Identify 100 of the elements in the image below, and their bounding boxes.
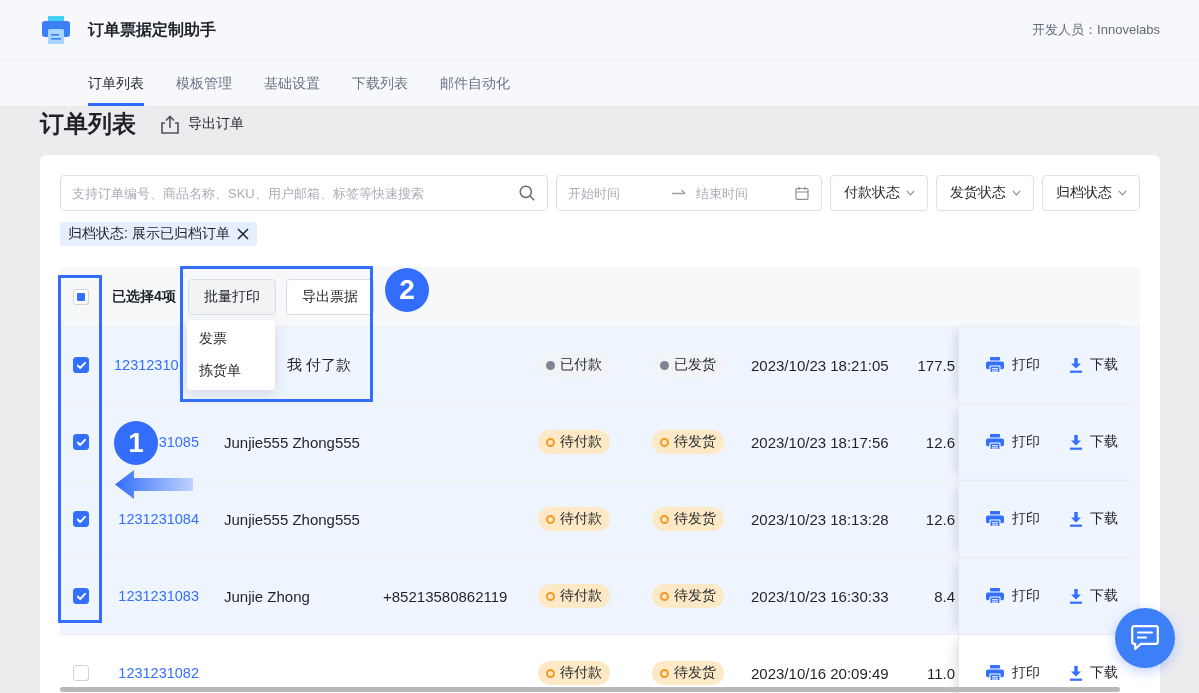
status-dot-icon [660,668,669,678]
download-button[interactable]: 下载 [1070,510,1118,528]
order-number-link[interactable]: 1231231084 [118,511,199,527]
customer-name: Junjie555 Zhong555 [224,510,360,528]
print-button[interactable]: 打印 [986,510,1040,528]
status-dot-icon [546,668,555,678]
printer-icon [986,511,1004,527]
download-icon [1070,588,1082,604]
date-range-field[interactable]: 开始时间 结束时间 [556,175,822,211]
download-button[interactable]: 下载 [1070,433,1118,451]
export-orders-button[interactable]: 导出订单 [160,114,244,134]
download-icon [1070,665,1082,681]
printer-icon [986,588,1004,604]
export-icon [160,114,180,134]
customer-name: Junjie Zhong [224,587,310,605]
order-number-link[interactable]: 1231231083 [118,588,199,604]
nav-tab[interactable]: 订单列表 [88,61,144,106]
bulk-action-button[interactable]: 批量打印 [188,278,276,315]
search-field[interactable]: 支持订单编号、商品名称、SKU、用户邮箱、标签等快速搜索 [60,175,548,211]
chevron-down-icon [1117,190,1127,196]
chat-bubble-icon [1131,625,1159,651]
row-checkbox[interactable] [73,357,89,373]
partial-mark-icon [77,292,85,301]
download-button[interactable]: 下载 [1070,356,1118,374]
print-button[interactable]: 打印 [986,356,1040,374]
order-time: 2023/10/23 16:30:33 [751,587,889,605]
status-text: 待付款 [560,433,602,451]
checkmark-icon [76,361,86,369]
print-button[interactable]: 打印 [986,664,1040,682]
app-title: 订单票据定制助手 [88,19,216,40]
order-amount: 11.0 [926,664,955,682]
arrow-right-icon [672,189,686,197]
status-dot-icon [660,591,669,601]
order-number-link[interactable]: 12312310 [114,357,179,373]
order-time: 2023/10/23 18:17:56 [751,433,889,451]
order-time: 2023/10/23 18:21:05 [751,356,889,374]
download-button[interactable]: 下载 [1070,664,1118,682]
nav-tab[interactable]: 下载列表 [352,61,408,106]
download-icon [1070,357,1082,373]
print-button[interactable]: 打印 [986,587,1040,605]
filter-tag-label: 归档状态: 展示已归档订单 [68,225,230,243]
printer-icon [986,434,1004,450]
row-checkbox[interactable] [73,511,89,527]
order-time: 2023/10/23 18:13:28 [751,510,889,528]
status-text: 待发货 [674,510,716,528]
order-amount: 177.5 [917,356,955,374]
order-amount: 8.4 [934,587,955,605]
menu-item[interactable]: 发票 [187,322,275,355]
status-dot-icon [546,591,555,601]
download-button[interactable]: 下载 [1070,587,1118,605]
customer-name: 我 付了款 [287,355,352,375]
select-all-checkbox[interactable] [73,288,89,305]
checkmark-icon [76,515,86,523]
filter-dropdown[interactable]: 归档状态 [1042,175,1140,211]
checkmark-icon [76,592,86,600]
menu-item[interactable]: 拣货单 [187,354,275,387]
print-button[interactable]: 打印 [986,433,1040,451]
checkmark-icon [76,438,86,446]
order-amount: 12.6 [925,433,955,451]
status-text: 待付款 [560,510,602,528]
bulk-action-button[interactable]: 导出票据 [286,278,374,315]
close-icon[interactable] [236,228,249,240]
download-icon [1070,434,1082,450]
status-text: 待发货 [674,664,716,682]
printer-logo-icon [42,16,70,44]
order-number-link[interactable]: 31085 [158,434,199,450]
nav-tab[interactable]: 模板管理 [176,61,232,106]
end-date-input[interactable]: 结束时间 [696,178,784,208]
left-arrow-icon [115,470,193,499]
start-date-input[interactable]: 开始时间 [568,178,660,208]
chevron-down-icon [905,190,915,196]
status-dot-icon [546,514,555,524]
horizontal-scrollbar[interactable] [60,687,1120,692]
order-amount: 12.6 [925,510,955,528]
order-number-link[interactable]: 1231231082 [118,665,199,681]
printer-icon [986,357,1004,373]
status-dot-icon [546,437,555,447]
status-dot-icon [660,360,669,370]
customer-name: Junjie555 Zhong555 [224,433,360,451]
filter-dropdown[interactable]: 发货状态 [936,175,1034,211]
status-text: 待发货 [674,433,716,451]
printer-icon [986,665,1004,681]
row-checkbox[interactable] [73,434,89,450]
status-text: 已付款 [560,356,602,374]
download-icon [1070,511,1082,527]
status-text: 已发货 [674,356,716,374]
search-icon [519,185,535,201]
row-checkbox[interactable] [73,588,89,604]
status-dot-icon [660,514,669,524]
chevron-down-icon [1011,190,1021,196]
nav-tab[interactable]: 邮件自动化 [440,61,510,106]
phone-number: +85213580862119 [383,587,508,605]
selection-count: 已选择4项 [112,287,177,306]
calendar-icon [795,186,809,200]
filter-dropdown[interactable]: 付款状态 [830,175,928,211]
order-time: 2023/10/16 20:09:49 [751,664,889,682]
status-text: 待发货 [674,587,716,605]
status-dot-icon [546,360,555,370]
developer-label: 开发人员：Innovelabs [1032,21,1160,39]
nav-tab[interactable]: 基础设置 [264,61,320,106]
